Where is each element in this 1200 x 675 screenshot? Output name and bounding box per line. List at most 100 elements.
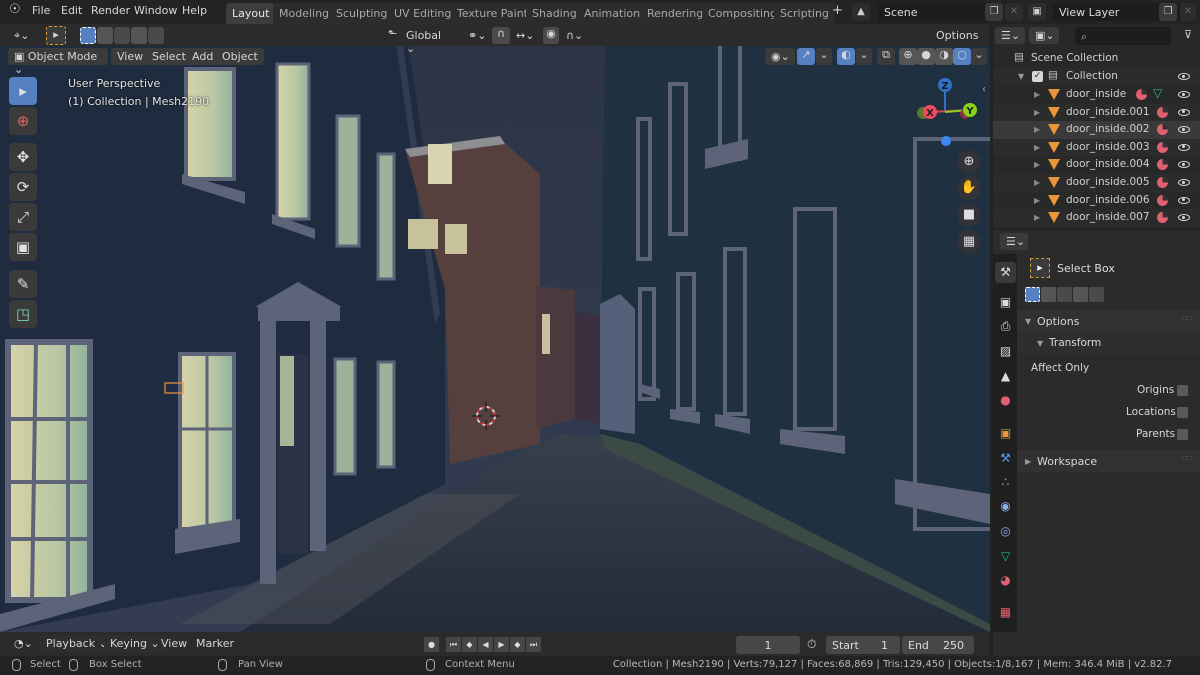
prop-mode-difference-icon[interactable] [1073, 287, 1088, 302]
workspace-panel-header[interactable]: ▶ Workspace ∷∷ [1017, 450, 1200, 472]
mode-intersect-icon[interactable] [148, 27, 164, 44]
collection-enabled-checkbox[interactable]: ✓ [1032, 71, 1043, 82]
viewport-menu-object[interactable]: Object [216, 48, 264, 65]
prop-mode-intersect-icon[interactable] [1089, 287, 1104, 302]
mode-difference-icon[interactable] [131, 27, 147, 44]
outliner-collection[interactable]: ▼ ✓ ▤ Collection [993, 68, 1200, 86]
material-icon[interactable] [1157, 124, 1168, 136]
eye-icon[interactable] [1178, 143, 1190, 151]
tab-render-icon[interactable]: ▣ [995, 292, 1016, 313]
snap-element-icon[interactable]: ↔⌄ [510, 27, 538, 44]
add-workspace-button[interactable]: + [832, 3, 843, 18]
shading-rendered-icon[interactable]: ○ [953, 48, 971, 65]
zoom-view-icon[interactable]: ⊕ [957, 150, 981, 174]
tab-object-icon[interactable]: ▣ [995, 423, 1016, 444]
overlays-toggle-icon[interactable]: ◐ [837, 48, 855, 65]
eye-icon[interactable] [1178, 161, 1190, 169]
menu-edit[interactable]: Edit [61, 4, 82, 17]
expand-arrow-icon[interactable]: ▶ [1034, 160, 1040, 169]
navigation-gizmo[interactable]: X Y Z [905, 72, 985, 152]
tab-modeling[interactable]: Modeling [273, 3, 336, 24]
eye-icon[interactable] [1178, 196, 1190, 204]
tool-rotate-icon[interactable]: ⟳ [9, 173, 37, 201]
material-icon[interactable] [1136, 89, 1147, 100]
tab-scripting[interactable]: Scripting [774, 3, 835, 24]
tool-select-box-icon[interactable]: ▸ [9, 77, 37, 105]
tab-rendering[interactable]: Rendering [641, 3, 710, 24]
proportional-falloff-icon[interactable]: ∩⌄ [560, 27, 588, 44]
jump-start-icon[interactable]: ⏮ [446, 637, 461, 652]
camera-view-icon[interactable]: ■ [957, 203, 981, 227]
tab-texture-icon[interactable]: ▦ [995, 602, 1016, 623]
outliner-item[interactable]: ▶ door_inside.002 [993, 121, 1200, 139]
tab-layout[interactable]: Layout [226, 3, 276, 24]
overlays-dropdown-icon[interactable]: ⌄ [856, 48, 872, 65]
delete-view-layer-icon[interactable]: ✕ [1180, 3, 1196, 21]
mode-subtract-icon[interactable] [114, 27, 130, 44]
eye-icon[interactable] [1178, 91, 1190, 98]
options-dropdown[interactable]: Options ⌄ [930, 27, 986, 55]
outliner-item[interactable]: ▶ door_inside.001 [993, 103, 1200, 122]
tab-uv-editing[interactable]: UV Editing [388, 3, 458, 24]
tool-cursor-icon[interactable]: ⊕ [9, 107, 37, 135]
outliner-display-mode-icon[interactable]: ☰⌄ [995, 27, 1025, 44]
tab-material-icon[interactable]: ◕ [995, 570, 1016, 591]
viewport-menu-add[interactable]: Add [186, 48, 220, 65]
parents-checkbox[interactable] [1177, 429, 1188, 440]
expand-arrow-icon[interactable]: ▶ [1034, 196, 1040, 205]
tab-scene-icon[interactable]: ▲ [995, 366, 1016, 387]
expand-arrow-icon[interactable]: ▶ [1034, 125, 1040, 134]
outliner-item[interactable]: ▶ door_inside.007 [993, 209, 1200, 227]
menu-help[interactable]: Help [182, 4, 207, 17]
next-keyframe-icon[interactable]: ◆ [510, 637, 525, 652]
expand-arrow-icon[interactable]: ▶ [1034, 108, 1040, 117]
expand-arrow-icon[interactable]: ▶ [1034, 178, 1040, 187]
stopwatch-icon[interactable]: ⏱ [807, 637, 816, 652]
mode-new-icon[interactable] [80, 27, 96, 44]
material-icon[interactable] [1157, 212, 1168, 224]
expand-arrow-icon[interactable]: ▶ [1034, 213, 1040, 222]
snap-toggle-icon[interactable]: ∩ [492, 27, 510, 44]
shading-wireframe-icon[interactable]: ⊕ [899, 48, 917, 65]
playback-menu[interactable]: Playback ⌄ [40, 635, 114, 652]
outliner-item[interactable]: ▶ door_inside.005 [993, 174, 1200, 192]
timeline-editor-type-icon[interactable]: ◔⌄ [8, 635, 36, 652]
properties-editor-type-icon[interactable]: ☰⌄ [1000, 233, 1028, 250]
expand-arrow-icon[interactable]: ▶ [1034, 90, 1040, 99]
options-panel-header[interactable]: ▼ Options ∷∷ [1017, 310, 1200, 332]
timeline-view-menu[interactable]: View [155, 635, 193, 652]
outliner-item[interactable]: ▶ door_inside.006 [993, 192, 1200, 210]
tab-particles-icon[interactable]: ∴ [995, 472, 1016, 493]
menu-window[interactable]: Window [134, 4, 177, 17]
pivot-point-icon[interactable]: ⚭⌄ [462, 27, 490, 44]
eye-icon[interactable] [1178, 214, 1190, 222]
gizmo-toggle-icon[interactable]: ↗ [797, 48, 815, 65]
outliner-search-input[interactable]: ⌕ [1075, 27, 1171, 45]
active-tool-select-box-icon[interactable]: ▸ [46, 26, 66, 45]
eye-icon[interactable] [1178, 179, 1190, 186]
view-layer-selector-icon[interactable]: ▣ [1028, 3, 1046, 21]
tab-mesh-data-icon[interactable]: ▽ [995, 546, 1016, 567]
gizmo-dropdown-icon[interactable]: ⌄ [816, 48, 832, 65]
transform-subpanel-header[interactable]: ▼ Transform [1017, 332, 1200, 354]
3d-viewport[interactable] [0, 24, 990, 632]
viewport-menu-view[interactable]: View [111, 48, 150, 65]
material-icon[interactable] [1157, 106, 1168, 118]
tab-modifiers-icon[interactable]: ⚒ [995, 448, 1016, 469]
eye-icon[interactable] [1178, 126, 1190, 134]
material-icon[interactable] [1157, 194, 1168, 206]
proportional-editing-icon[interactable]: ◉ [543, 27, 559, 44]
current-frame-field[interactable]: 1 [736, 636, 800, 654]
eye-icon[interactable] [1178, 108, 1190, 116]
tab-view-layer-icon[interactable]: ▨ [995, 341, 1016, 362]
menu-render[interactable]: Render [91, 4, 130, 17]
menu-file[interactable]: File [32, 4, 50, 17]
material-icon[interactable] [1157, 141, 1168, 153]
outliner-filter-icon[interactable]: ⊽ [1184, 28, 1192, 41]
play-icon[interactable]: ▶ [494, 637, 509, 652]
origins-checkbox[interactable] [1177, 385, 1188, 396]
timeline-marker-menu[interactable]: Marker [190, 635, 240, 652]
shading-material-icon[interactable]: ◑ [935, 48, 953, 65]
mesh-data-icon[interactable]: ▽ [1153, 86, 1162, 100]
prop-mode-extend-icon[interactable] [1041, 287, 1056, 302]
